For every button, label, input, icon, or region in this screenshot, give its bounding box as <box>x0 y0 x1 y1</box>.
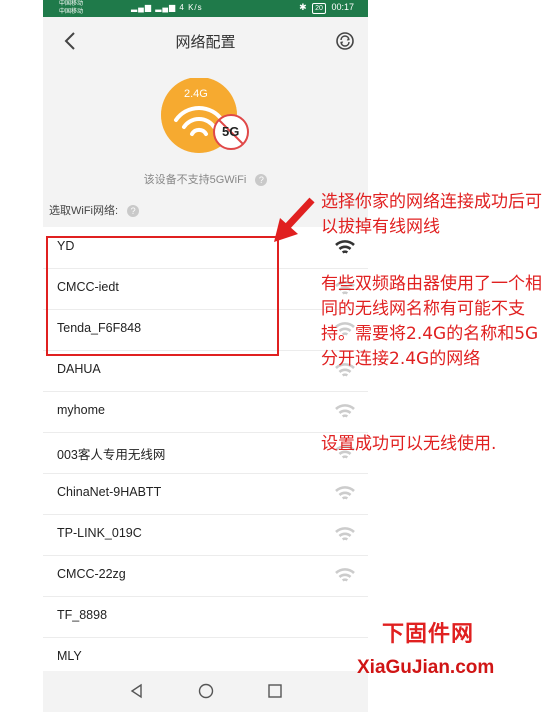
wifi-item-dahua[interactable]: DAHUA <box>43 350 368 392</box>
nav-back-icon[interactable] <box>128 682 146 700</box>
carrier-2: 中国移动 <box>59 9 84 15</box>
wifi-signal-icon <box>335 404 355 418</box>
refresh-button[interactable] <box>334 30 356 52</box>
annotation-connect-tip: 选择你家的网络连接成功后可以拔掉有线网线 <box>321 192 542 237</box>
carrier-1: 中国移动 <box>59 1 84 7</box>
wifi-item-myhome[interactable]: myhome <box>43 391 368 433</box>
wifi-name: CMCC-22zg <box>57 567 126 581</box>
watermark-cn: 下固件网 <box>382 622 475 647</box>
nav-recents-icon[interactable] <box>266 682 284 700</box>
wifi-name: DAHUA <box>57 362 101 376</box>
refresh-icon <box>336 32 354 50</box>
wifi-item-cmcc-22zg[interactable]: CMCC-22zg <box>43 555 368 597</box>
unsupported-5g-notice: 该设备不支持5GWiFi ? <box>43 171 368 187</box>
status-bar: 中国移动 中国移动 ▂▄▆ ▂▄▆ 4 K/s ✱ 20 00:17 <box>43 0 368 17</box>
nav-home-icon[interactable] <box>197 682 215 700</box>
page-title: 网络配置 <box>175 34 236 51</box>
wifi-item-tf-8898[interactable]: TF_8898 <box>43 596 368 638</box>
wifi-name: myhome <box>57 403 105 417</box>
wifi-signal-icon <box>335 527 355 541</box>
watermark: 下固件网 XiaGuJian.com <box>357 596 547 686</box>
help-icon[interactable]: ? <box>255 174 268 187</box>
select-wifi-label: 选取WiFi网络: ? <box>49 202 140 218</box>
red-arrow-icon <box>274 197 315 242</box>
warning-label: 该设备不支持5GWiFi <box>143 174 247 186</box>
app-header: 网络配置 <box>43 17 368 67</box>
wifi-name: MLY <box>57 649 82 663</box>
carrier-info: 中国移动 中国移动 <box>59 0 83 16</box>
wifi-item-tp-link[interactable]: TP-LINK_019C <box>43 514 368 556</box>
badge-5g: 5G <box>222 124 240 139</box>
wifi-signal-strong-icon <box>335 240 355 254</box>
select-wifi-text: 选取WiFi网络: <box>49 205 119 217</box>
wifi-name: 003客人专用无线网 <box>57 448 166 462</box>
signal-icons: ▂▄▆ ▂▄▆ 4 K/s <box>131 3 203 12</box>
wifi-name: ChinaNet-9HABTT <box>57 485 162 499</box>
bluetooth-icon: ✱ <box>299 2 307 12</box>
help-icon[interactable]: ? <box>127 205 140 218</box>
status-time: 00:17 <box>331 2 354 12</box>
annotation-dualband-tip: 有些双频路由器使用了一个相同的无线网名称有可能不支持。需要将2.4G的名称和5G… <box>321 274 542 369</box>
wifi-signal-icon <box>335 568 355 582</box>
wifi-name: TP-LINK_019C <box>57 526 142 540</box>
watermark-en: XiaGuJian.com <box>357 657 495 678</box>
wifi-item-chinanet[interactable]: ChinaNet-9HABTT <box>43 473 368 515</box>
system-nav-bar <box>43 671 368 712</box>
signal-icon: ▂▄▆ ▂▄▆ <box>131 3 177 12</box>
wifi-band-illustration: 2.4G 5G <box>159 77 255 158</box>
net-speed: 4 K/s <box>179 3 203 12</box>
phone-screen: 中国移动 中国移动 ▂▄▆ ▂▄▆ 4 K/s ✱ 20 00:17 网络配置 <box>43 0 368 712</box>
wifi-item-003-guest[interactable]: 003客人专用无线网 <box>43 432 368 474</box>
highlight-box <box>46 236 279 356</box>
wifi-name: TF_8898 <box>57 608 108 622</box>
badge-24g: 2.4G <box>184 88 208 100</box>
battery-level: 20 <box>312 3 326 14</box>
status-right: ✱ 20 00:17 <box>299 2 354 14</box>
annotation-success-tip: 设置成功可以无线使用. <box>321 434 497 454</box>
wifi-signal-icon <box>335 486 355 500</box>
